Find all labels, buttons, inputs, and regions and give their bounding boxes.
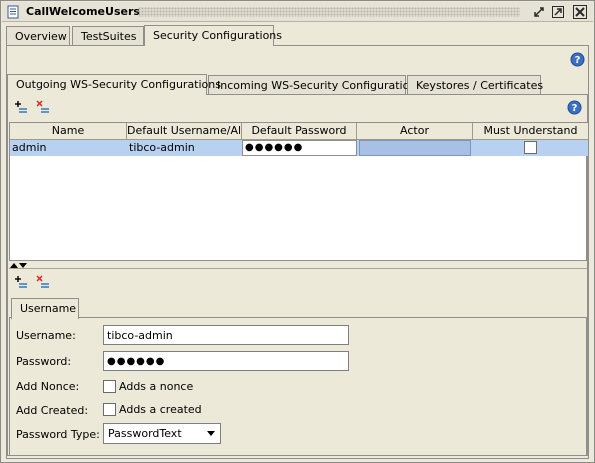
column-header-name[interactable]: Name	[10, 123, 127, 140]
column-header-actor[interactable]: Actor	[357, 123, 473, 140]
editor-window: CallWelcomeUsers Overview TestSuites Sec…	[0, 0, 595, 463]
column-header-default-password[interactable]: Default Password	[242, 123, 357, 140]
table-header: Name Default Username/Alias Default Pass…	[10, 123, 588, 140]
title-bar: CallWelcomeUsers	[2, 2, 593, 22]
add-nonce-checkbox[interactable]	[103, 380, 116, 393]
remove-icon[interactable]	[35, 99, 51, 115]
tab-outgoing-ws-security[interactable]: Outgoing WS-Security Configurations	[7, 74, 221, 95]
svg-text:?: ?	[572, 103, 578, 114]
add-nonce-checkbox-label[interactable]: Adds a nonce	[119, 380, 193, 393]
tab-keystores-certificates[interactable]: Keystores / Certificates	[407, 75, 543, 95]
help-icon[interactable]: ?	[567, 100, 582, 115]
window-title: CallWelcomeUsers	[26, 5, 140, 18]
add-created-checkbox[interactable]	[103, 403, 116, 416]
table-row[interactable]: admin tibco-admin ●●●●●●	[10, 140, 588, 156]
help-icon[interactable]: ?	[570, 52, 585, 67]
remove-icon[interactable]	[35, 274, 51, 290]
ws-security-table: Name Default Username/Alias Default Pass…	[9, 122, 588, 261]
tab-username[interactable]: Username	[11, 298, 79, 319]
add-icon[interactable]	[13, 274, 29, 290]
add-created-checkbox-label[interactable]: Adds a created	[119, 403, 202, 416]
maximize-icon[interactable]	[550, 4, 566, 20]
password-type-label: Password Type:	[16, 428, 100, 441]
cell-password[interactable]: ●●●●●●	[242, 140, 357, 156]
splitter-arrows-icon[interactable]	[9, 262, 587, 269]
column-header-must-understand[interactable]: Must Understand	[473, 123, 588, 140]
tab-incoming-ws-security[interactable]: Incoming WS-Security Configurations	[208, 75, 422, 95]
cell-actor[interactable]	[359, 140, 471, 156]
column-header-default-username[interactable]: Default Username/Alias	[127, 123, 242, 140]
title-grip	[138, 7, 520, 17]
add-nonce-label: Add Nonce:	[16, 380, 80, 393]
cell-name[interactable]: admin	[10, 140, 127, 156]
add-icon[interactable]	[13, 99, 29, 115]
username-field[interactable]: tibco-admin	[103, 325, 349, 345]
cell-username[interactable]: tibco-admin	[127, 140, 242, 156]
tab-testsuites[interactable]: TestSuites	[72, 26, 144, 46]
minimize-icon[interactable]	[531, 4, 547, 20]
must-understand-checkbox[interactable]	[524, 141, 537, 154]
close-icon[interactable]	[572, 4, 588, 20]
password-type-select[interactable]: PasswordText	[103, 423, 221, 444]
svg-text:?: ?	[575, 55, 581, 66]
password-type-value: PasswordText	[108, 427, 182, 440]
password-field[interactable]: ●●●●●●	[103, 351, 349, 371]
username-label: Username:	[16, 329, 76, 342]
password-label: Password:	[16, 355, 72, 368]
chevron-down-icon	[207, 431, 215, 436]
tab-security-configurations[interactable]: Security Configurations	[144, 25, 282, 46]
add-created-label: Add Created:	[16, 404, 89, 417]
tab-overview[interactable]: Overview	[6, 26, 70, 46]
document-icon	[7, 5, 19, 19]
